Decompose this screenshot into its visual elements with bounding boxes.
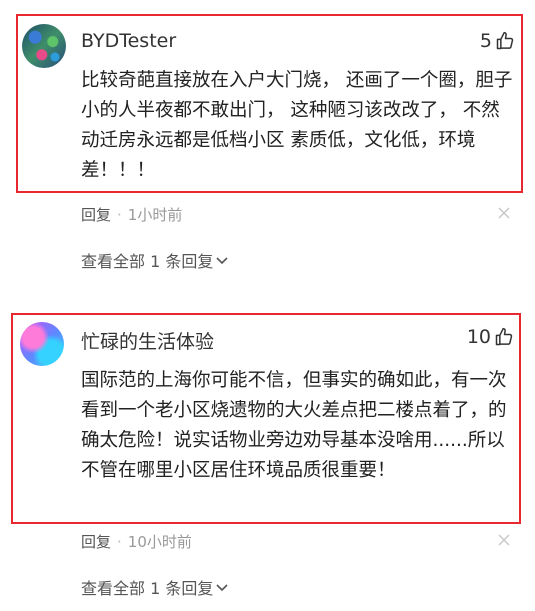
view-all-replies-button[interactable]: 查看全部 1 条回复 [81, 248, 229, 272]
thumbs-up-icon [496, 31, 514, 50]
close-icon[interactable] [497, 533, 511, 547]
timestamp: 1小时前 [127, 206, 183, 224]
view-all-replies-label: 查看全部 1 条回复 [81, 579, 214, 598]
like-count: 10 [466, 326, 491, 348]
chevron-down-icon [216, 584, 228, 592]
comment-text: 国际范的上海你可能不信，但事实的确如此，有一次看到一个老小区烧遗物的大火差点把二… [81, 370, 507, 481]
timestamp: 10小时前 [127, 533, 192, 551]
reply-button[interactable]: 回复 [81, 204, 111, 225]
view-all-replies-button[interactable]: 查看全部 1 条回复 [81, 575, 229, 599]
avatar[interactable] [22, 24, 66, 68]
separator-dot: · [117, 205, 122, 224]
reply-button[interactable]: 回复 [81, 531, 111, 552]
view-all-replies-label: 查看全部 1 条回复 [81, 252, 214, 271]
comment-text: 比较奇葩直接放在入户大门烧， 还画了一个圈，胆子小的人半夜都不敢出门， 这种陋习… [81, 70, 513, 181]
username[interactable]: BYDTester [81, 30, 176, 52]
chevron-down-icon [216, 257, 228, 265]
comment-meta: 回复 · 10小时前 [81, 531, 192, 552]
separator-dot: · [117, 532, 122, 551]
close-icon[interactable] [497, 206, 511, 220]
avatar[interactable] [20, 322, 64, 366]
thumbs-up-icon [495, 327, 513, 346]
like-button[interactable]: 10 [467, 326, 514, 348]
like-button[interactable]: 5 [480, 30, 515, 52]
like-count: 5 [479, 30, 492, 52]
comment-meta: 回复 · 1小时前 [81, 204, 182, 225]
username[interactable]: 忙碌的生活体验 [81, 327, 214, 354]
